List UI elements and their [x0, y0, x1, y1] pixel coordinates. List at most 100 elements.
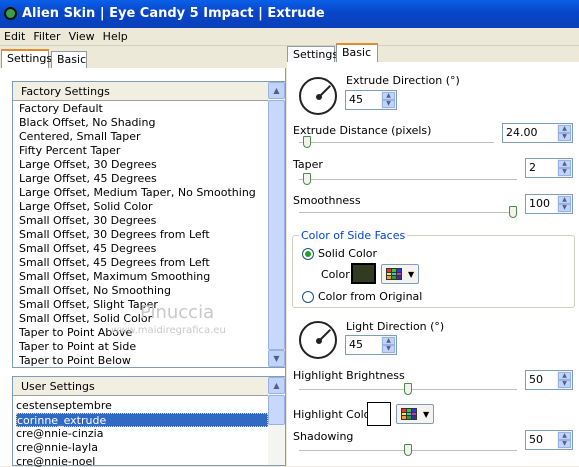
list-item[interactable]: Taper to Point Below	[19, 354, 268, 368]
spin-up-icon: ▲	[558, 196, 571, 204]
taper-input[interactable]: 2 ▲ ▼	[525, 158, 573, 178]
left-panel: Factory Settings Factory Default Black Of…	[0, 68, 286, 467]
palette-icon	[401, 408, 417, 420]
list-item[interactable]: Small Offset, No Smoothing	[19, 284, 268, 298]
spin-down-icon: ▼	[558, 168, 571, 176]
extrude-distance-input[interactable]: 24.00 ▲ ▼	[502, 123, 573, 143]
list-item[interactable]: Large Offset, 30 Degrees	[19, 158, 268, 172]
left-tab-basic[interactable]: Basic	[51, 51, 87, 69]
list-item[interactable]: cre@nnie-noel	[16, 455, 268, 467]
list-item[interactable]: Large Offset, Medium Taper, No Smoothing	[19, 186, 268, 200]
smoothness-label: Smoothness	[293, 194, 361, 207]
menu-edit[interactable]: Edit	[0, 28, 29, 46]
solid-color-radio[interactable]	[302, 248, 314, 260]
light-direction-dial[interactable]	[299, 321, 337, 359]
list-item[interactable]: Large Offset, Solid Color	[19, 200, 268, 214]
extrude-direction-label: Extrude Direction (°)	[346, 74, 460, 87]
solid-color-label: Solid Color	[318, 247, 378, 260]
watermark-name: Pinuccia	[140, 302, 215, 323]
spin-up-icon: ▲	[558, 372, 571, 380]
smoothness-input[interactable]: 100 ▲ ▼	[525, 194, 573, 214]
list-item[interactable]: cre@nnie-cinzia	[16, 427, 268, 441]
highlight-color-palette-button[interactable]: ▼	[396, 404, 434, 424]
user-settings-box: User Settings cestenseptembre corinne_ext…	[12, 376, 286, 467]
spin-up-icon: ▲	[382, 92, 395, 100]
spin-up-icon: ▲	[382, 337, 395, 345]
list-item[interactable]: cestenseptembre	[16, 399, 268, 413]
list-item[interactable]: Small Offset, 45 Degrees from Left	[19, 256, 268, 270]
side-color-swatch[interactable]	[351, 263, 376, 284]
title-bar: Alien Skin | Eye Candy 5 Impact | Extrud…	[0, 0, 579, 28]
list-item[interactable]: Small Offset, Maximum Smoothing	[19, 270, 268, 284]
menu-view[interactable]: View	[65, 28, 99, 46]
user-settings-header: User Settings	[13, 377, 268, 396]
spin-up-icon: ▲	[558, 160, 571, 168]
side-color-palette-button[interactable]: ▼	[381, 264, 419, 284]
smoothness-track[interactable]	[299, 212, 517, 214]
list-item[interactable]: Fifty Percent Taper	[19, 144, 268, 158]
spin-down-icon: ▼	[382, 100, 395, 108]
list-item[interactable]: Large Offset, 45 Degrees	[19, 172, 268, 186]
highlight-brightness-label: Highlight Brightness	[293, 369, 405, 382]
menu-filter[interactable]: Filter	[29, 28, 64, 46]
list-item[interactable]: Centered, Small Taper	[19, 130, 268, 144]
color-from-original-label: Color from Original	[318, 290, 423, 303]
list-item[interactable]: cre@nnie-layla	[16, 441, 268, 455]
highlight-brightness-input[interactable]: 50 ▲ ▼	[525, 370, 573, 390]
light-direction-input[interactable]: 45 ▲ ▼	[345, 335, 397, 355]
spin-down-icon: ▼	[558, 204, 571, 212]
scroll-thumb[interactable]	[268, 100, 285, 350]
extrude-distance-slider[interactable]	[302, 136, 311, 148]
right-panel: Extrude Direction (°) 45 ▲ ▼ Extrude Dista…	[287, 62, 579, 466]
shadowing-slider[interactable]	[404, 444, 412, 456]
light-direction-label: Light Direction (°)	[346, 320, 445, 333]
extrude-distance-label: Extrude Distance (pixels)	[293, 124, 432, 137]
color-from-original-radio[interactable]	[302, 291, 314, 303]
taper-slider[interactable]	[303, 173, 312, 185]
app-icon	[4, 7, 17, 20]
list-item[interactable]: Small Offset, 45 Degrees	[19, 242, 268, 256]
chevron-down-icon: ▼	[408, 270, 415, 279]
list-item[interactable]: Small Offset, 30 Degrees from Left	[19, 228, 268, 242]
extrude-distance-track[interactable]	[299, 142, 494, 144]
highlight-brightness-slider[interactable]	[404, 383, 412, 395]
taper-track[interactable]	[299, 179, 517, 181]
side-faces-legend: Color of Side Faces	[299, 229, 408, 242]
extrude-direction-dial[interactable]	[299, 77, 337, 115]
extrude-direction-input[interactable]: 45 ▲ ▼	[345, 90, 397, 110]
highlight-color-swatch[interactable]	[367, 402, 391, 426]
scroll-down-icon[interactable]: ▼	[268, 350, 285, 367]
color-label: Color	[321, 268, 350, 281]
smoothness-slider[interactable]	[509, 206, 517, 218]
spin-down-icon: ▼	[558, 440, 571, 448]
taper-label: Taper	[293, 158, 323, 171]
window-title: Alien Skin | Eye Candy 5 Impact | Extrud…	[22, 6, 325, 21]
palette-icon	[386, 268, 402, 280]
watermark-site: www.maidiregrafica.eu	[111, 325, 226, 336]
factory-scrollbar[interactable]: ▲ ▼	[268, 82, 285, 367]
spin-up-icon: ▲	[558, 125, 571, 133]
scroll-up-icon[interactable]: ▲	[268, 377, 285, 394]
list-item[interactable]: Small Offset, 30 Degrees	[19, 214, 268, 228]
user-scrollbar[interactable]: ▲	[268, 377, 285, 465]
spin-down-icon: ▼	[558, 380, 571, 388]
shadowing-label: Shadowing	[293, 430, 354, 443]
scroll-up-icon[interactable]: ▲	[268, 82, 285, 99]
list-item[interactable]: Factory Default	[19, 102, 268, 116]
factory-settings-header: Factory Settings	[13, 82, 268, 101]
right-tab-basic[interactable]: Basic	[336, 43, 378, 63]
list-item[interactable]: Black Offset, No Shading	[19, 116, 268, 130]
left-tab-settings[interactable]: Settings	[1, 49, 52, 69]
menu-bar: Edit Filter View Help	[0, 28, 579, 46]
menu-help[interactable]: Help	[99, 28, 132, 46]
spin-up-icon: ▲	[558, 432, 571, 440]
list-item[interactable]: Taper to Point at Side	[19, 340, 268, 354]
list-item[interactable]: corinne_extrude	[16, 413, 268, 427]
user-settings-list[interactable]: cestenseptembre corinne_extrude cre@nnie-c…	[16, 399, 268, 467]
highlight-color-label: Highlight Color	[293, 408, 375, 421]
spin-down-icon: ▼	[558, 133, 571, 141]
scroll-thumb[interactable]	[268, 395, 285, 425]
chevron-down-icon: ▼	[423, 410, 430, 419]
spin-down-icon: ▼	[382, 345, 395, 353]
shadowing-input[interactable]: 50 ▲ ▼	[525, 430, 573, 450]
